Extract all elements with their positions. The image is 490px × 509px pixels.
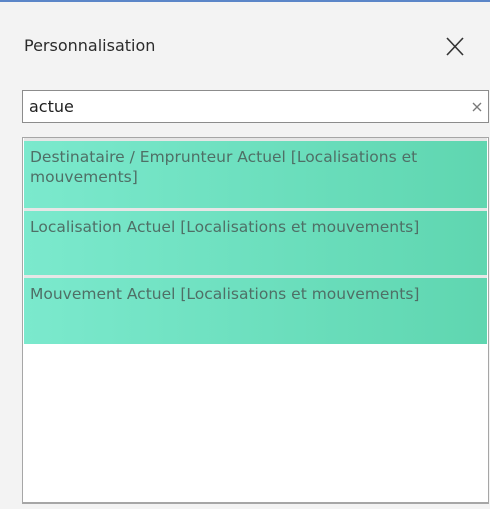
clear-icon: [472, 102, 482, 112]
list-item[interactable]: Localisation Actuel [Localisations et mo…: [24, 211, 487, 275]
personalisation-panel: Personnalisation Destinataire / Emprunte…: [0, 0, 490, 509]
clear-search-button[interactable]: [469, 99, 485, 115]
list-item[interactable]: Mouvement Actuel [Localisations et mouve…: [24, 278, 487, 344]
list-item[interactable]: Destinataire / Emprunteur Actuel [Locali…: [24, 141, 487, 208]
list-item-label: Mouvement Actuel [Localisations et mouve…: [30, 285, 420, 303]
close-button[interactable]: [440, 34, 470, 60]
results-list: Destinataire / Emprunteur Actuel [Locali…: [22, 137, 489, 504]
search-input[interactable]: [23, 91, 443, 122]
search-box: [22, 90, 489, 123]
panel-header: Personnalisation: [0, 2, 490, 90]
list-item-label: Localisation Actuel [Localisations et mo…: [30, 218, 420, 236]
panel-title: Personnalisation: [24, 36, 156, 55]
close-icon: [446, 37, 464, 56]
list-item-label: Destinataire / Emprunteur Actuel [Locali…: [30, 148, 418, 186]
